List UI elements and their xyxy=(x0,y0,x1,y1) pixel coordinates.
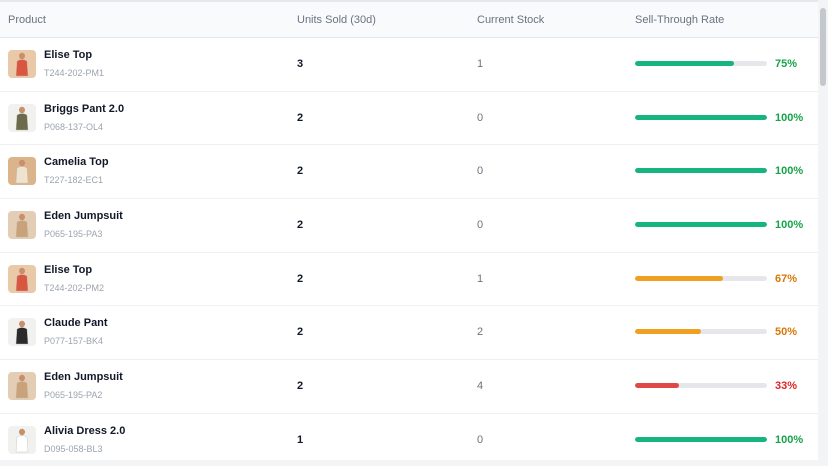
sell-through-progress-fill xyxy=(635,61,734,66)
product-sku: P065-195-PA3 xyxy=(44,229,103,240)
table-header: Product Units Sold (30d) Current Stock S… xyxy=(0,0,818,38)
product-name[interactable]: Eden Jumpsuit xyxy=(44,371,123,383)
horizontal-scrollbar[interactable] xyxy=(0,460,818,466)
sell-through-percent: 67% xyxy=(775,272,798,285)
current-stock-value: 0 xyxy=(477,165,484,178)
product-name[interactable]: Briggs Pant 2.0 xyxy=(44,103,124,115)
column-header-sell-through-rate[interactable]: Sell-Through Rate xyxy=(635,14,724,26)
product-thumbnail[interactable] xyxy=(8,50,36,78)
product-thumbnail[interactable] xyxy=(8,318,36,347)
product-thumbnail[interactable] xyxy=(8,372,36,401)
product-sku: P065-195-PA2 xyxy=(44,390,103,401)
product-thumbnail[interactable] xyxy=(8,425,36,454)
column-header-current-stock[interactable]: Current Stock xyxy=(477,14,544,26)
table-row[interactable]: Alivia Dress 2.0 D095-058-BL3 1 0 100% xyxy=(0,414,818,466)
units-sold-value: 2 xyxy=(297,380,304,393)
sell-through-progress-bar xyxy=(635,275,767,281)
table-row[interactable]: Eden Jumpsuit P065-195-PA3 2 0 100% xyxy=(0,199,818,253)
sell-through-percent: 100% xyxy=(775,219,804,232)
sell-through-progress-bar xyxy=(635,383,767,389)
units-sold-value: 2 xyxy=(297,219,304,232)
table-row[interactable]: Camelia Top T227-182-EC1 2 0 100% xyxy=(0,145,818,200)
sell-through-progress-fill xyxy=(635,275,724,281)
sell-through-progress-fill xyxy=(635,114,767,120)
current-stock-value: 1 xyxy=(477,272,484,285)
sell-through-percent: 100% xyxy=(775,165,804,178)
current-stock-value: 0 xyxy=(477,111,484,124)
product-sku: T244-202-PM1 xyxy=(44,68,105,78)
units-sold-value: 2 xyxy=(297,111,304,124)
table-row[interactable]: Elise Top T244-202-PM2 2 1 67% xyxy=(0,253,818,307)
sell-through-progress-bar xyxy=(635,61,767,66)
sell-through-progress-fill xyxy=(635,168,767,174)
table-row[interactable]: Eden Jumpsuit P065-195-PA2 2 4 33% xyxy=(0,360,818,414)
product-sku: P068-137-OL4 xyxy=(44,121,104,132)
product-sku: T244-202-PM2 xyxy=(44,282,105,293)
product-sku: P077-157-BK4 xyxy=(44,336,104,347)
table-body: Elise Top T244-202-PM1 3 1 75% Briggs Pant 2.… xyxy=(0,38,818,466)
current-stock-value: 0 xyxy=(477,219,484,232)
sell-through-progress-bar xyxy=(635,329,767,335)
sell-through-percent: 50% xyxy=(775,326,798,339)
sell-through-percent: 75% xyxy=(775,58,798,70)
sell-through-percent: 33% xyxy=(775,380,798,393)
sell-through-percent: 100% xyxy=(775,111,804,124)
sell-through-progress-fill xyxy=(635,329,701,335)
sell-through-progress-fill xyxy=(635,383,679,389)
units-sold-value: 2 xyxy=(297,272,304,285)
current-stock-value: 4 xyxy=(477,380,484,393)
product-thumbnail[interactable] xyxy=(8,264,36,293)
units-sold-value: 3 xyxy=(297,58,304,70)
sell-through-progress-bar xyxy=(635,114,767,120)
sell-through-progress-bar xyxy=(635,222,767,228)
table-row[interactable]: Briggs Pant 2.0 P068-137-OL4 2 0 100% xyxy=(0,92,818,146)
product-name[interactable]: Elise Top xyxy=(44,49,92,61)
product-name[interactable]: Eden Jumpsuit xyxy=(44,210,123,222)
product-thumbnail[interactable] xyxy=(8,157,36,186)
product-thumbnail[interactable] xyxy=(8,211,36,240)
current-stock-value: 2 xyxy=(477,326,484,339)
product-name[interactable]: Claude Pant xyxy=(44,317,108,329)
product-name[interactable]: Elise Top xyxy=(44,264,92,276)
sell-through-progress-bar xyxy=(635,168,767,174)
units-sold-value: 1 xyxy=(297,433,304,446)
units-sold-value: 2 xyxy=(297,326,304,339)
units-sold-value: 2 xyxy=(297,165,304,178)
sell-through-percent: 100% xyxy=(775,433,804,446)
column-header-units-sold[interactable]: Units Sold (30d) xyxy=(297,14,376,26)
table-row[interactable]: Claude Pant P077-157-BK4 2 2 50% xyxy=(0,306,818,361)
product-thumbnail[interactable] xyxy=(8,103,36,132)
sell-through-progress-fill xyxy=(635,222,767,228)
product-sku: T227-182-EC1 xyxy=(44,175,104,186)
scrollbar-thumb[interactable] xyxy=(820,8,826,86)
product-name[interactable]: Camelia Top xyxy=(44,156,109,168)
sell-through-progress-bar xyxy=(635,436,767,442)
product-name[interactable]: Alivia Dress 2.0 xyxy=(44,425,125,437)
product-sku: D095-058-BL3 xyxy=(44,443,103,454)
vertical-scrollbar[interactable] xyxy=(818,0,828,466)
current-stock-value: 1 xyxy=(477,58,484,70)
sell-through-table: Product Units Sold (30d) Current Stock S… xyxy=(0,0,828,466)
sell-through-progress-fill xyxy=(635,436,767,442)
table-row[interactable]: Elise Top T244-202-PM1 3 1 75% xyxy=(0,38,818,92)
current-stock-value: 0 xyxy=(477,433,484,446)
column-header-product[interactable]: Product xyxy=(8,14,46,26)
